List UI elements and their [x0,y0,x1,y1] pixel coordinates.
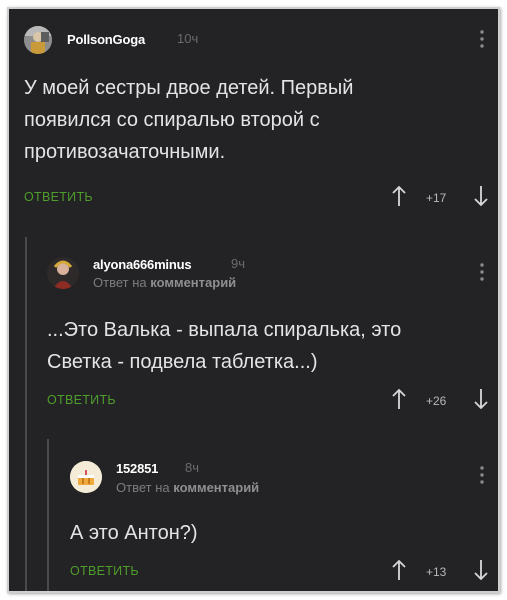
avatar[interactable] [24,26,52,54]
vote-score: +13 [426,565,447,579]
reply-to-comment-link[interactable]: комментарий [150,275,236,290]
thread-indent-line[interactable] [25,237,27,591]
timestamp: 9ч [231,256,246,271]
comment-text-line: Светка - подвела таблетка...) [47,351,318,373]
comment-text: А это Антон?) [70,517,490,549]
woman-photo-avatar-icon [47,257,79,289]
username[interactable]: 152851 [116,461,158,476]
comment-text: У моей сестры двое детей. Первый появилс… [24,72,484,168]
comment-text-line: появился со спиралью второй с [24,109,320,131]
reply-to-line: Ответ на комментарий [93,275,236,290]
reply-to-line: Ответ на комментарий [116,480,259,495]
username[interactable]: PollsonGoga [67,32,145,47]
downvote-arrow-icon[interactable] [473,388,489,410]
upvote-arrow-icon[interactable] [391,559,407,581]
comment-text-line: противозачаточными. [24,141,226,163]
comment-thread-panel: PollsonGoga 10ч У моей сестры двое детей… [7,7,500,593]
reply-button[interactable]: ОТВЕТИТЬ [47,393,116,407]
vote-score: +26 [426,394,447,408]
timestamp: 10ч [177,31,199,46]
downvote-arrow-icon[interactable] [473,559,489,581]
more-options-icon[interactable] [479,29,485,49]
vote-score: +17 [426,191,447,205]
reply-button[interactable]: ОТВЕТИТЬ [70,564,139,578]
comment-text-line: У моей сестры двое детей. Первый [24,77,354,99]
avatar[interactable] [47,257,79,289]
comment-text-line: А это Антон?) [70,522,198,544]
reply-button[interactable]: ОТВЕТИТЬ [24,190,93,204]
reply-to-comment-link[interactable]: комментарий [173,480,259,495]
timestamp: 8ч [185,460,200,475]
avatar[interactable] [70,461,102,493]
upvote-arrow-icon[interactable] [391,388,407,410]
comment-text: ...Это Валька - выпала спиралька, это Св… [47,314,492,378]
more-options-icon[interactable] [479,465,485,485]
thread-indent-line[interactable] [47,439,49,591]
cake-avatar-icon [70,461,102,493]
person-photo-avatar-icon [24,26,52,54]
downvote-arrow-icon[interactable] [473,185,489,207]
username[interactable]: alyona666minus [93,257,192,272]
reply-to-prefix: Ответ на [93,275,147,290]
comment-text-line: ...Это Валька - выпала спиралька, это [47,319,402,341]
upvote-arrow-icon[interactable] [391,185,407,207]
reply-to-prefix: Ответ на [116,480,170,495]
more-options-icon[interactable] [479,262,485,282]
